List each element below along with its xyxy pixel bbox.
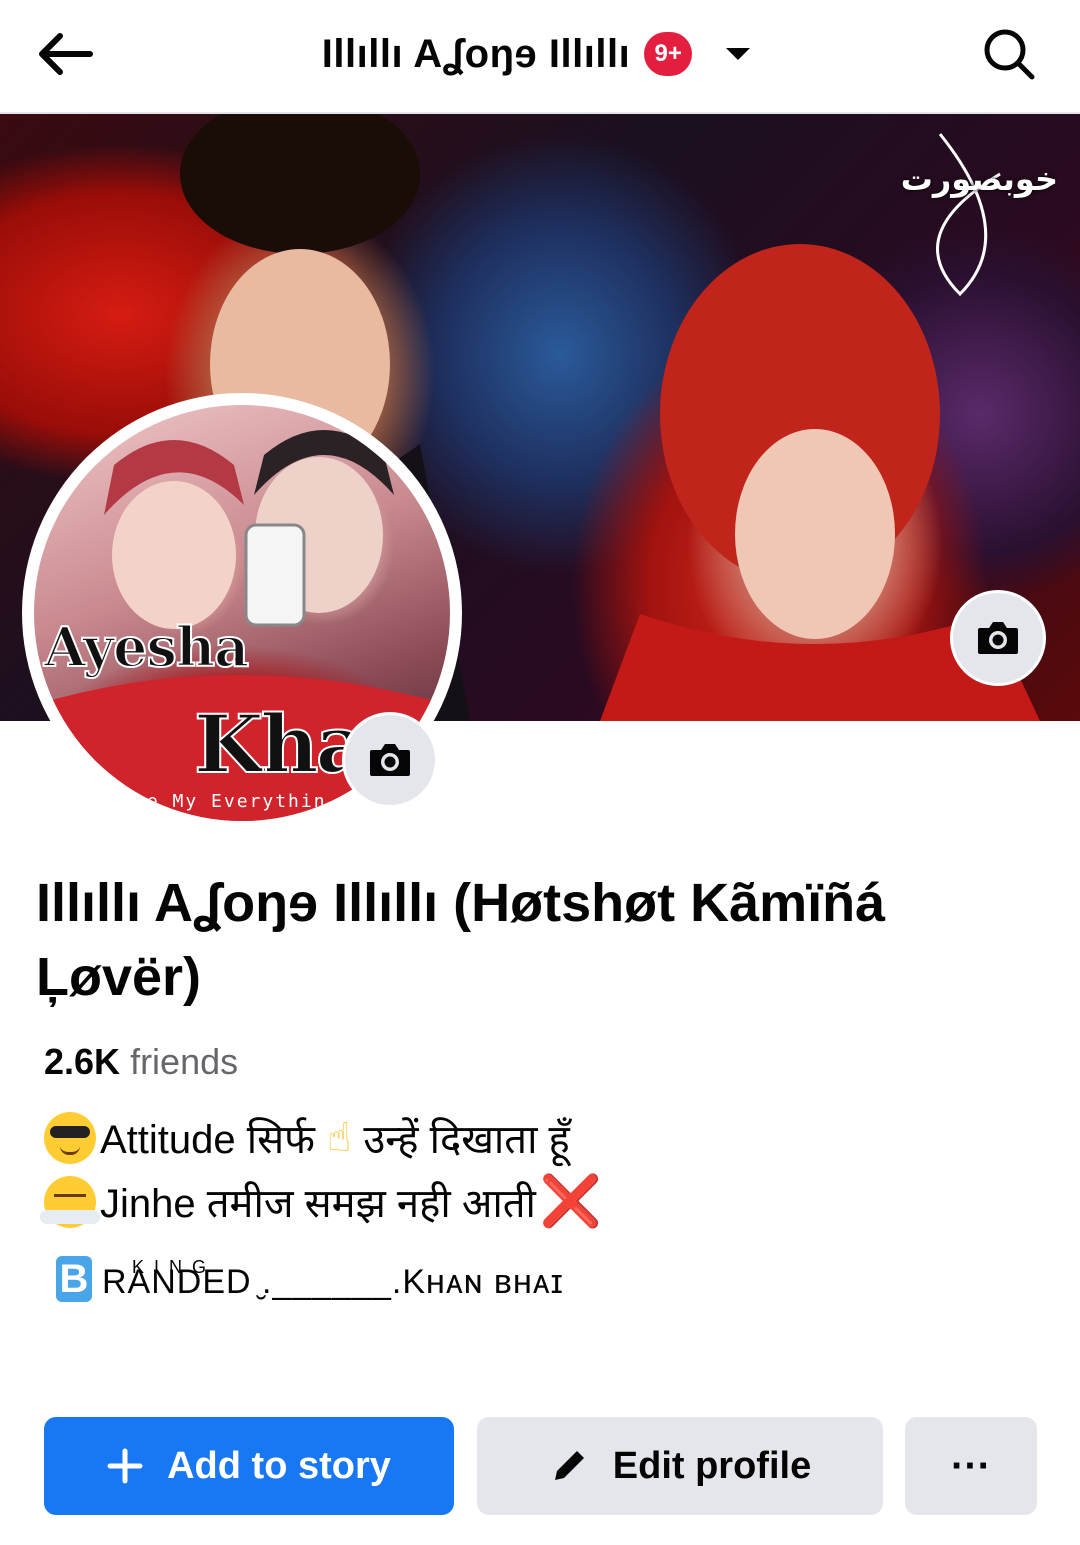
brand-superscript: KING <box>132 1257 217 1277</box>
bio-line-1-text-a: Attitude सिर्फ <box>100 1118 315 1162</box>
avatar-tagline: re My Everythin <box>134 791 327 812</box>
bio-line-1: Attitude सिर्फ ☝ उन्हें दिखाता हूँ <box>44 1110 570 1165</box>
pointing-up-emoji-icon: ☝ <box>327 1115 352 1160</box>
search-icon <box>984 29 1035 80</box>
camera-icon <box>978 622 1018 654</box>
bio-line-1-text-b: उन्हें दिखाता हूँ <box>363 1118 570 1162</box>
bio-brand-line: B KING RANDED ̮.______.Kʜᴀɴ ʙʜᴀɪ <box>56 1256 564 1302</box>
avatar-text-name: Ayesha <box>43 614 250 680</box>
top-bar: Illıllı Aʆoŋɘ Illıllı 9+ <box>0 0 1080 114</box>
friends-count: 2.6K <box>44 1041 121 1082</box>
more-options-icon: ··· <box>951 1443 991 1488</box>
bio-line-2-text: Jinhe तमीज समझ नही आती <box>100 1182 536 1226</box>
notification-badge: 9+ <box>644 32 693 76</box>
cover-overlay-text: خوبصورت <box>900 160 1058 198</box>
brand-letter-icon: B <box>56 1256 92 1302</box>
search-button[interactable] <box>976 22 1042 86</box>
avatar-camera-button[interactable] <box>342 712 438 808</box>
cover-camera-button[interactable] <box>950 590 1046 686</box>
brand-text-wrap: KING RANDED ̮.______.Kʜᴀɴ ʙʜᴀɪ <box>102 1257 564 1302</box>
profile-switcher[interactable]: Illıllı Aʆoŋɘ Illıllı 9+ <box>0 26 1080 82</box>
pencil-icon <box>549 1446 589 1486</box>
avatar-text-surname: Kha <box>193 696 369 792</box>
bio-line-2: Jinhe तमीज समझ नही आती ❌ <box>40 1172 603 1231</box>
header-title: Illıllı Aʆoŋɘ Illıllı <box>321 31 631 76</box>
sunglasses-emoji-icon <box>44 1111 96 1164</box>
edit-profile-button[interactable]: Edit profile <box>477 1417 883 1515</box>
profile-name: Illıllı Aʆoŋɘ Illıllı (Høtshøt Kãmïñá Ļø… <box>36 873 886 1007</box>
camera-icon <box>370 744 410 776</box>
edit-profile-label: Edit profile <box>612 1444 812 1487</box>
cross-mark-emoji-icon: ❌ <box>539 1173 603 1229</box>
caret-down-icon[interactable] <box>718 34 758 74</box>
plus-icon <box>107 1448 143 1484</box>
add-to-story-button[interactable]: Add to story <box>44 1417 454 1515</box>
friends-label: friends <box>130 1041 239 1082</box>
add-to-story-label: Add to story <box>167 1444 391 1487</box>
friends-count-link[interactable]: 2.6K friends <box>44 1040 238 1084</box>
more-options-button[interactable]: ··· <box>905 1417 1037 1515</box>
angry-face-emoji-icon <box>40 1175 100 1228</box>
